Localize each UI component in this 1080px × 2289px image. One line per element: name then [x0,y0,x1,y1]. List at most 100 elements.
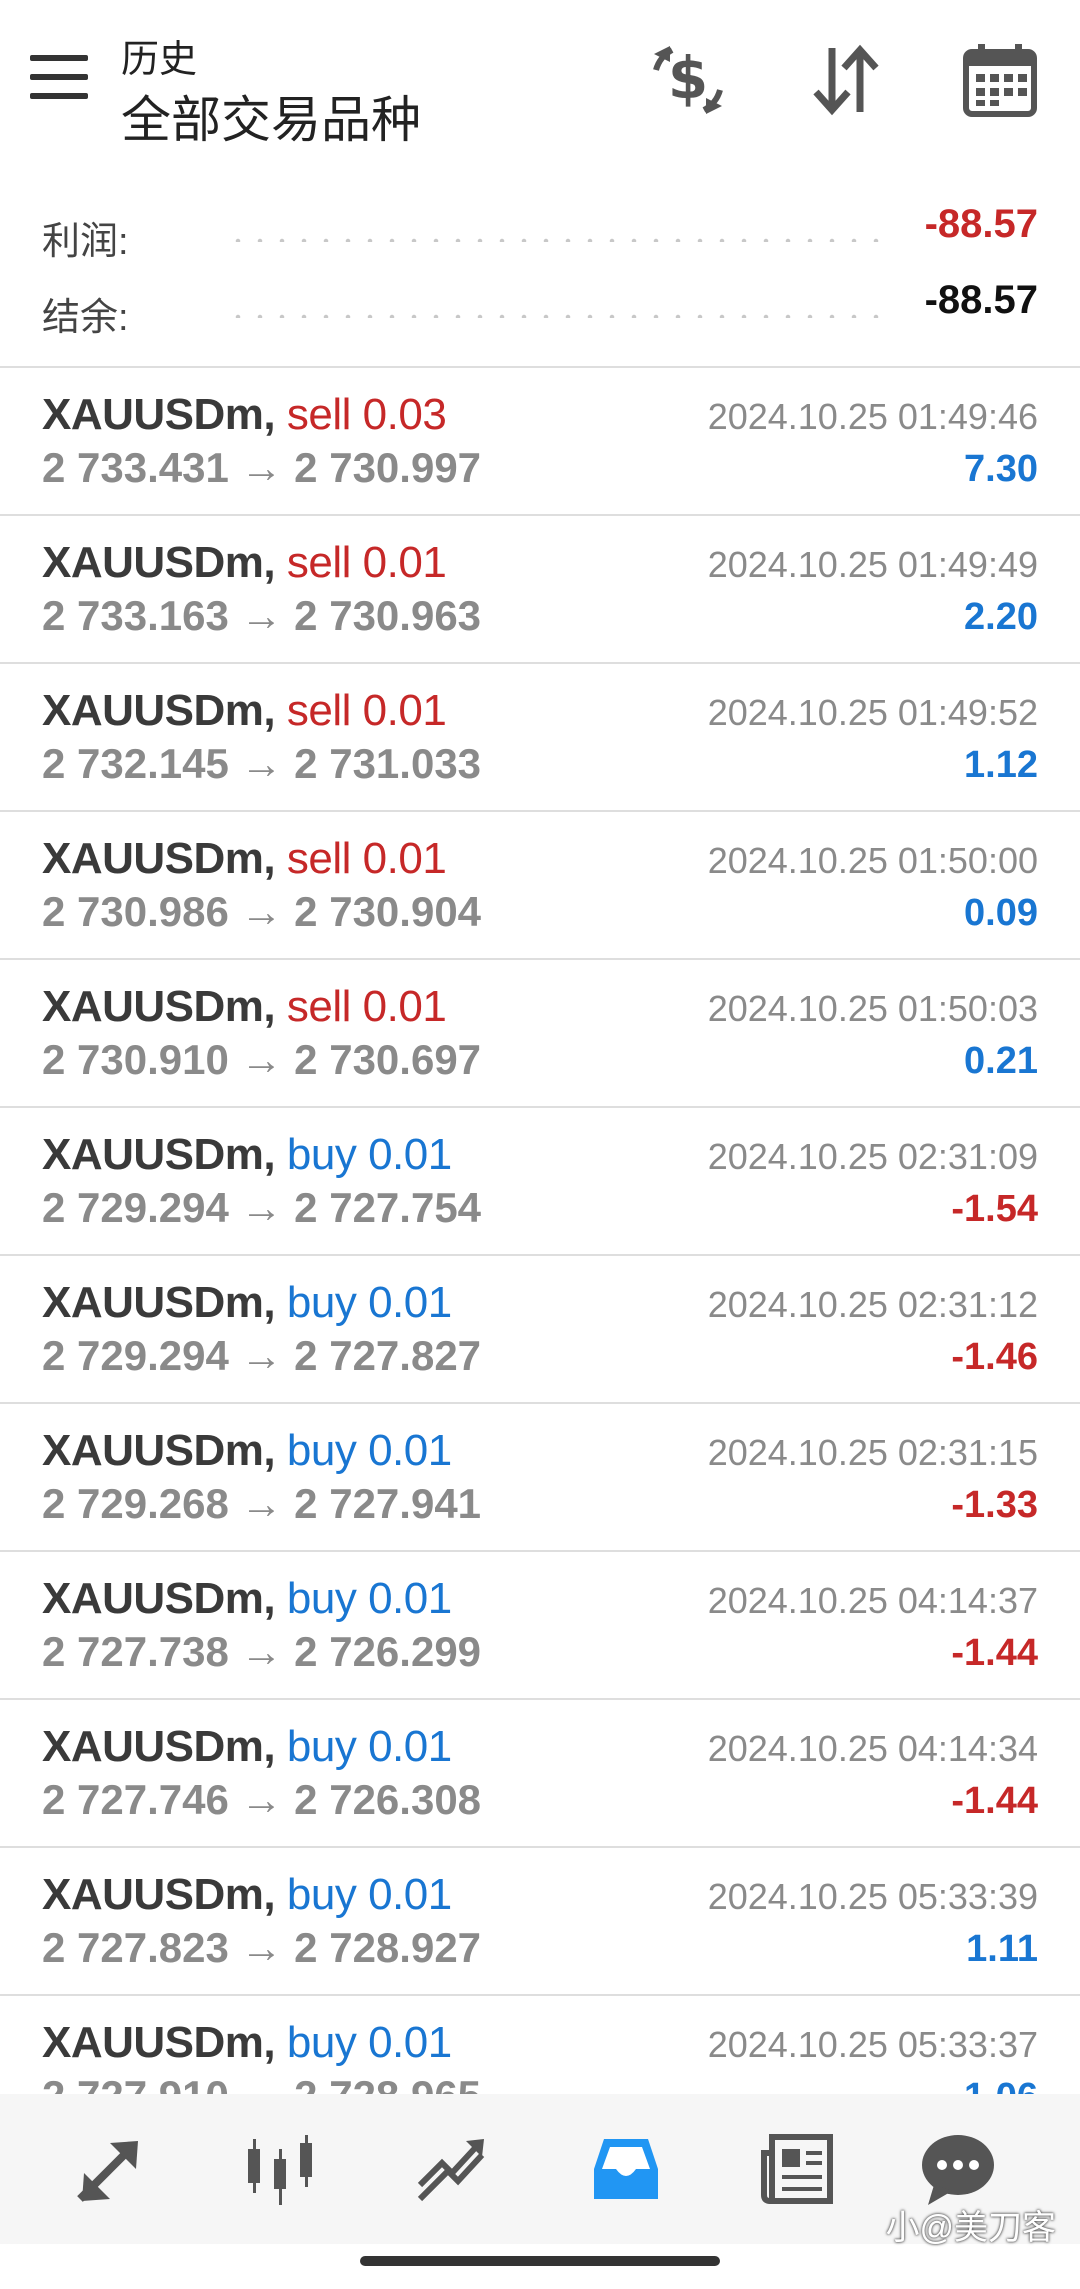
trade-time: 2024.10.25 01:49:46 [707,396,1038,437]
chat-icon[interactable] [918,2129,998,2209]
trade-volume: 0.01 [368,1722,452,1771]
trade-profit: -1.54 [951,1188,1038,1230]
trade-prices: 2 732.145 → 2 731.033 [42,740,482,787]
trade-volume: 0.01 [368,1130,452,1179]
trade-side: buy [286,1426,357,1475]
trade-time: 2024.10.25 05:33:37 [707,2024,1038,2065]
trade-side: buy [286,1278,357,1327]
profit-value: -88.57 [924,202,1038,246]
trade-symbol: XAUUSDm, [42,1278,276,1327]
watermark: 小@美刀客 [885,2209,1056,2247]
trade-symbol: XAUUSDm, [42,538,276,587]
svg-text:$: $ [668,44,708,112]
trade-profit: -1.33 [951,1484,1038,1526]
trade-row[interactable]: XAUUSDm, buy 0.01 2 727.823 → 2 728.927 … [0,1848,1080,1996]
trade-prices: 2 727.738 → 2 726.299 [42,1628,482,1675]
dotted-leader [227,238,888,242]
balance-row: 结余: -88.57 [42,278,1038,339]
trade-time: 2024.10.25 05:33:39 [707,1876,1038,1917]
trade-row[interactable]: XAUUSDm, buy 0.01 2 729.268 → 2 727.941 … [0,1404,1080,1552]
profit-row: 利润: -88.57 [42,202,1038,263]
menu-icon[interactable] [30,55,88,105]
sort-icon[interactable] [806,40,886,120]
trade-profit: 0.09 [964,892,1038,934]
trade-row[interactable]: XAUUSDm, sell 0.01 2 733.163 → 2 730.963… [0,516,1080,664]
trade-row[interactable]: XAUUSDm, buy 0.01 2 729.294 → 2 727.827 … [0,1256,1080,1404]
balance-value: -88.57 [924,278,1038,322]
news-icon[interactable] [758,2129,838,2209]
trade-prices: 2 733.163 → 2 730.963 [42,592,482,639]
history-icon[interactable] [586,2129,666,2209]
trade-row[interactable]: XAUUSDm, sell 0.01 2 732.145 → 2 731.033… [0,664,1080,812]
trade-symbol: XAUUSDm, [42,1574,276,1623]
trade-time: 2024.10.25 02:31:09 [707,1136,1038,1177]
trade-side: buy [286,1130,357,1179]
trade-time: 2024.10.25 04:14:37 [707,1580,1038,1621]
trade-volume: 0.01 [368,1426,452,1475]
trade-time: 2024.10.25 01:49:49 [707,544,1038,585]
trade-volume: 0.01 [368,1870,452,1919]
page-title[interactable]: 全部交易品种 [121,80,421,152]
trade-side: buy [286,2018,357,2067]
quotes-icon[interactable] [70,2129,150,2209]
trade-profit: 2.20 [964,596,1038,638]
trade-volume: 0.03 [362,390,447,439]
page-subtitle: 历史 [121,39,198,81]
trade-profit: 7.30 [964,448,1038,490]
trade-prices: 2 729.268 → 2 727.941 [42,1480,482,1527]
trade-history-list[interactable]: XAUUSDm, sell 0.03 2 733.431 → 2 730.997… [0,368,1080,2144]
trade-symbol: XAUUSDm, [42,1426,276,1475]
trade-side: sell [286,834,352,883]
trade-profit: -1.44 [951,1780,1038,1822]
trade-prices: 2 733.431 → 2 730.997 [42,444,482,491]
trade-prices: 2 727.746 → 2 726.308 [42,1776,482,1823]
trade-prices: 2 727.823 → 2 728.927 [42,1924,482,1971]
trade-volume: 0.01 [368,1278,452,1327]
trade-side: buy [286,1722,357,1771]
trade-volume: 0.01 [362,982,447,1031]
trade-row[interactable]: XAUUSDm, buy 0.01 2 727.746 → 2 726.308 … [0,1700,1080,1848]
trade-time: 2024.10.25 01:50:00 [707,840,1038,881]
currency-exchange-icon[interactable]: $ [648,40,728,120]
trade-profit: 1.12 [964,744,1038,786]
trade-time: 2024.10.25 01:50:03 [707,988,1038,1029]
trade-row[interactable]: XAUUSDm, sell 0.01 2 730.986 → 2 730.904… [0,812,1080,960]
trade-row[interactable]: XAUUSDm, buy 0.01 2 729.294 → 2 727.754 … [0,1108,1080,1256]
trade-prices: 2 730.910 → 2 730.697 [42,1036,482,1083]
trade-symbol: XAUUSDm, [42,1870,276,1919]
trade-profit: -1.44 [951,1632,1038,1674]
trade-time: 2024.10.25 04:14:34 [707,1728,1038,1769]
trade-side: buy [286,1870,357,1919]
trade-volume: 0.01 [362,834,447,883]
trade-profit: 0.21 [964,1040,1038,1082]
trade-prices: 2 729.294 → 2 727.827 [42,1332,482,1379]
home-indicator[interactable] [360,2256,720,2266]
trade-row[interactable]: XAUUSDm, sell 0.03 2 733.431 → 2 730.997… [0,368,1080,516]
trade-side: sell [286,390,352,439]
trade-profit: 1.11 [966,1928,1038,1970]
balance-label: 结余: [42,297,129,339]
trade-volume: 0.01 [362,686,447,735]
trade-symbol: XAUUSDm, [42,686,276,735]
trade-symbol: XAUUSDm, [42,1722,276,1771]
trade-side: sell [286,982,352,1031]
chart-icon[interactable] [240,2129,320,2209]
trade-prices: 2 729.294 → 2 727.754 [42,1184,482,1231]
trade-side: sell [286,686,352,735]
trade-symbol: XAUUSDm, [42,982,276,1031]
trade-symbol: XAUUSDm, [42,1130,276,1179]
trade-symbol: XAUUSDm, [42,2018,276,2067]
trade-row[interactable]: XAUUSDm, buy 0.01 2 727.738 → 2 726.299 … [0,1552,1080,1700]
dotted-leader [227,314,888,318]
trade-side: buy [286,1574,357,1623]
trade-icon[interactable] [412,2129,492,2209]
calendar-icon[interactable] [960,40,1040,120]
trade-row[interactable]: XAUUSDm, sell 0.01 2 730.910 → 2 730.697… [0,960,1080,1108]
trade-volume: 0.01 [368,1574,452,1623]
trade-volume: 0.01 [362,538,447,587]
trade-time: 2024.10.25 02:31:15 [707,1432,1038,1473]
trade-time: 2024.10.25 01:49:52 [707,692,1038,733]
trade-symbol: XAUUSDm, [42,834,276,883]
trade-symbol: XAUUSDm, [42,390,276,439]
trade-volume: 0.01 [368,2018,452,2067]
